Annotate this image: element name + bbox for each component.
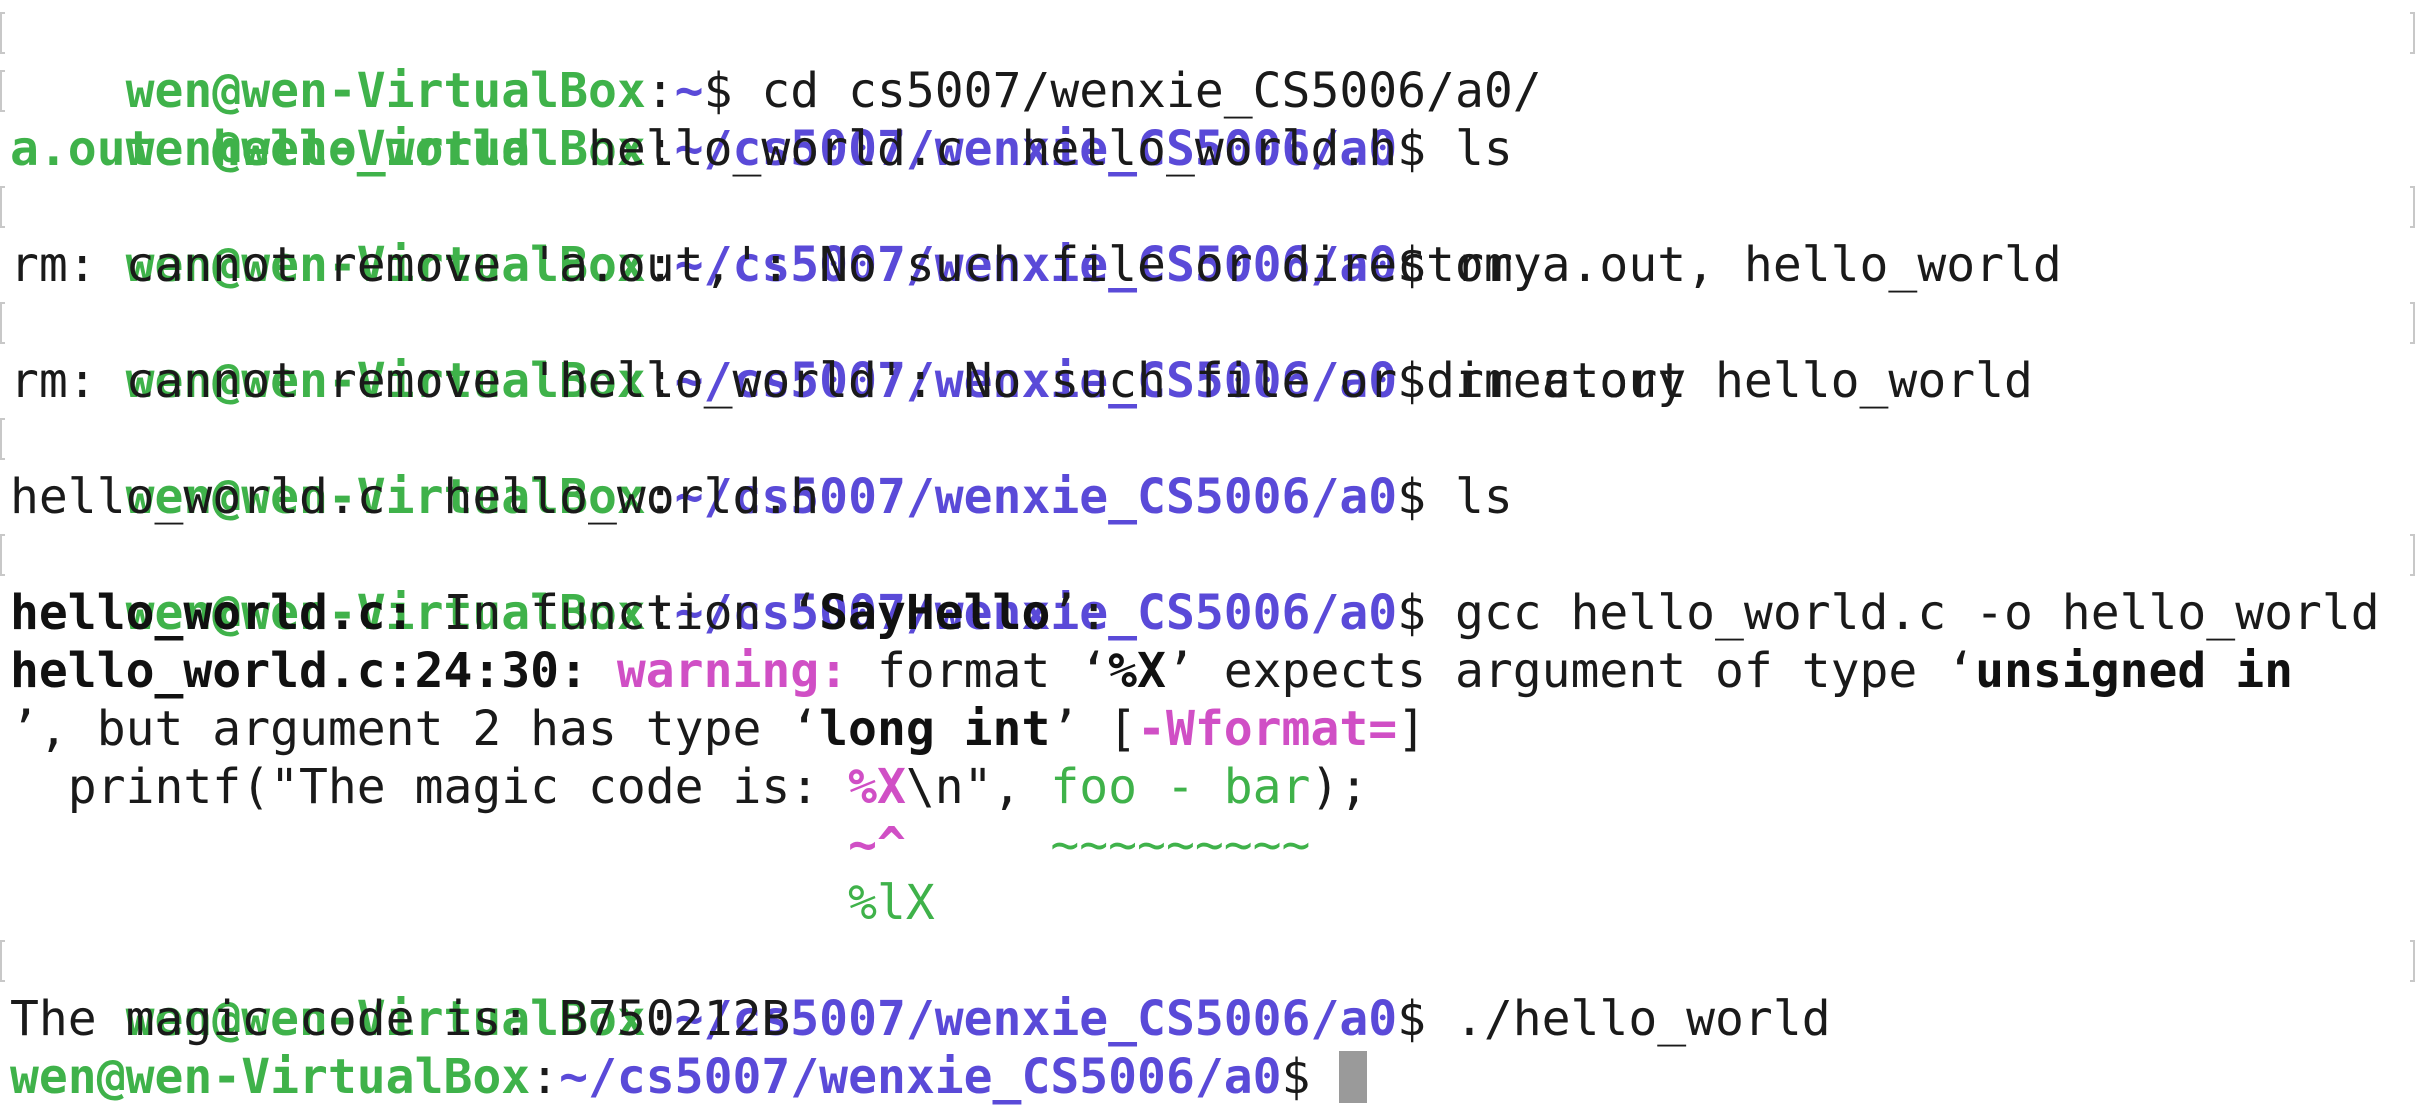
terminal-line-output: a.out hello_world hello_world.c hello_wo… [10, 120, 2422, 178]
diagnostic-flag: -Wformat= [1137, 701, 1398, 757]
line-marker-left [0, 302, 5, 344]
diagnostic-text: In function ‘ [414, 585, 820, 641]
line-marker-left [0, 940, 5, 982]
source-text: ); [1310, 759, 1369, 815]
source-argument-expression: foo - bar [1050, 759, 1311, 815]
fixit-padding [10, 875, 848, 931]
source-text: printf("The magic code is: [10, 759, 849, 815]
terminal-line-output: The magic code is: B750212B [10, 990, 2422, 1048]
diagnostic-underline: ~~~~~~~~~ [1050, 817, 1311, 873]
line-marker-left [0, 12, 5, 54]
line-marker-right [2410, 186, 2415, 228]
source-code-line: printf("The magic code is: %X\n", foo - … [10, 758, 2422, 816]
compiler-diagnostic-line: hello_world.c:24:30: warning: format ‘%X… [10, 642, 2422, 700]
prompt-colon: : [530, 1049, 560, 1105]
diagnostic-spacing [588, 643, 617, 699]
output-text: hello_world.c hello_world.h [10, 469, 820, 525]
executable-file-name: hello_world [212, 121, 531, 177]
output-text: hello_world.c hello_world.h [530, 121, 1398, 177]
compiler-diagnostic-line: hello_world.c: In function ‘SayHello’: [10, 584, 2422, 642]
terminal-line-prompt: wen@wen-VirtualBox:~$ cd cs5007/wenxie_C… [0, 4, 2422, 119]
text-cursor[interactable] [1339, 1051, 1368, 1103]
caret-padding [906, 817, 1051, 873]
diagnostic-caret-line: ~^ ~~~~~~~~~ [10, 816, 2422, 874]
line-marker-right [2410, 12, 2415, 54]
diagnostic-fixit-line: %lX [10, 874, 2422, 932]
diagnostic-text: ] [1397, 701, 1427, 757]
diagnostic-caret: ~^ [848, 817, 906, 873]
terminal-line-output: hello_world.c hello_world.h [10, 468, 2422, 526]
diagnostic-expected-type: unsigned in [1975, 643, 2293, 699]
terminal-line-prompt: wen@wen-VirtualBox:~/cs5007/wenxie_CS500… [0, 932, 2422, 1047]
diagnostic-function-name: SayHello [819, 585, 1051, 641]
line-marker-right [2410, 534, 2415, 576]
source-format-spec: %X [848, 759, 906, 815]
terminal-line-output: rm: cannot remove 'hello_world': No such… [10, 352, 2422, 410]
line-marker-left [0, 418, 5, 460]
diagnostic-actual-type: long int [819, 701, 1051, 757]
diagnostic-fixit-suggestion: %lX [848, 875, 935, 931]
source-text: \n", [905, 759, 1051, 815]
line-marker-left [0, 534, 5, 576]
line-marker-left [0, 186, 5, 228]
program-output: The magic code is: B750212B [10, 991, 791, 1047]
executable-file-name: a.out [10, 121, 155, 177]
compiler-diagnostic-line: ’, but argument 2 has type ‘long int’ [-… [10, 700, 2422, 758]
line-marker-left [0, 70, 5, 112]
diagnostic-text: ’: [1050, 585, 1109, 641]
line-marker-right [2410, 302, 2415, 344]
line-marker-right [2410, 940, 2415, 982]
terminal-line-prompt: wen@wen-VirtualBox:~/cs5007/wenxie_CS500… [0, 178, 2422, 293]
error-text: rm: cannot remove 'hello_world': No such… [10, 353, 1687, 409]
terminal-line-prompt: wen@wen-VirtualBox:~/cs5007/wenxie_CS500… [0, 410, 2422, 525]
diagnostic-file: hello_world.c: [10, 585, 415, 641]
prompt-dollar: $ [1281, 1049, 1340, 1105]
terminal-line-output: rm: cannot remove 'a.out,': No such file… [10, 236, 2422, 294]
diagnostic-text: ’ expects argument of type ‘ [1165, 643, 1976, 699]
terminal-line-prompt: wen@wen-VirtualBox:~/cs5007/wenxie_CS500… [0, 294, 2422, 409]
error-text: rm: cannot remove 'a.out,': No such file… [10, 237, 1542, 293]
diagnostic-text: ’ [ [1050, 701, 1138, 757]
diagnostic-text: ’, but argument 2 has type ‘ [10, 701, 820, 757]
output-spacing [155, 121, 213, 177]
terminal-window[interactable]: wen@wen-VirtualBox:~$ cd cs5007/wenxie_C… [0, 0, 2422, 1114]
diagnostic-location: hello_world.c:24:30: [10, 643, 588, 699]
prompt-user-host: wen@wen-VirtualBox [10, 1049, 531, 1105]
terminal-line-prompt: wen@wen-VirtualBox:~/cs5007/wenxie_CS500… [0, 62, 2422, 177]
caret-padding [10, 817, 848, 873]
terminal-line-prompt-active[interactable]: wen@wen-VirtualBox:~/cs5007/wenxie_CS500… [10, 1048, 2422, 1106]
diagnostic-format-spec: %X [1108, 643, 1166, 699]
diagnostic-text: format ‘ [848, 643, 1109, 699]
prompt-path: ~/cs5007/wenxie_CS5006/a0 [559, 1049, 1282, 1105]
terminal-line-prompt: wen@wen-VirtualBox:~/cs5007/wenxie_CS500… [0, 526, 2422, 641]
warning-label: warning: [616, 643, 849, 699]
